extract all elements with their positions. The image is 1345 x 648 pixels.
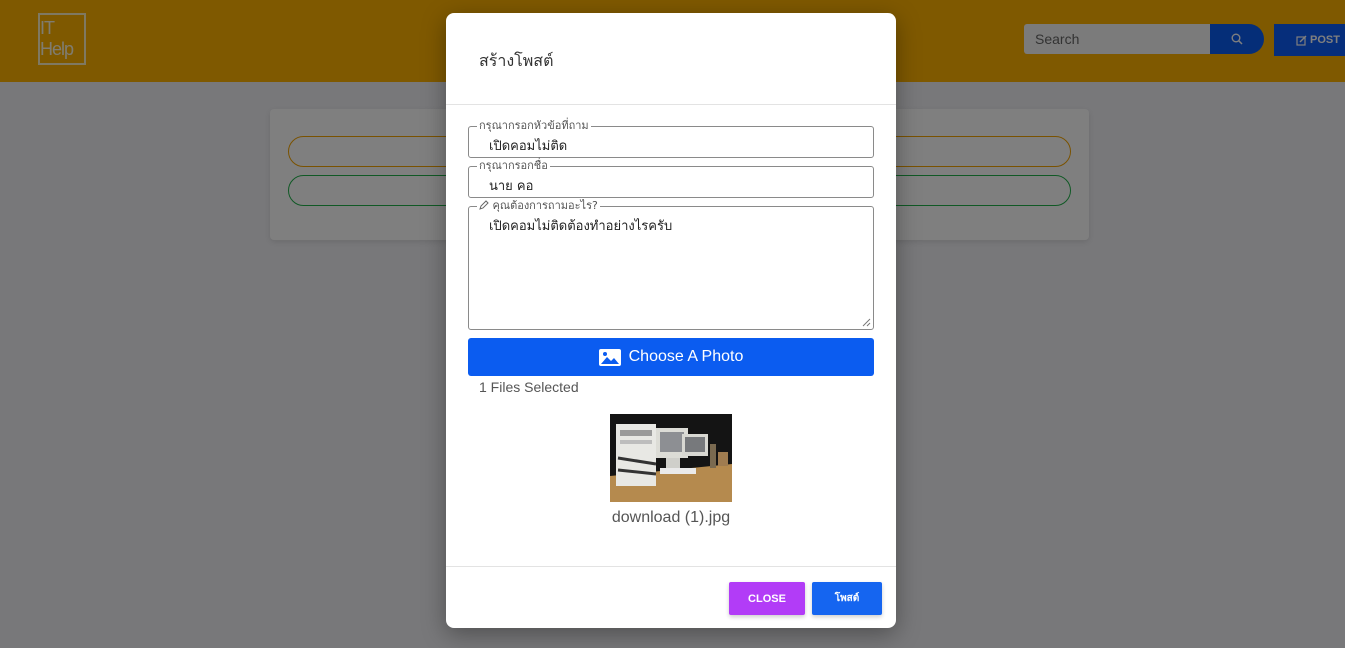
topic-field[interactable]: กรุณากรอกหัวข้อที่ถาม เปิดคอมไม่ติด — [468, 119, 874, 158]
choose-photo-button[interactable]: Choose A Photo — [468, 338, 874, 376]
create-post-modal: สร้างโพสต์ กรุณากรอกหัวข้อที่ถาม เปิดคอม… — [446, 13, 896, 628]
topic-field-value[interactable]: เปิดคอมไม่ติด — [489, 135, 567, 156]
resize-handle-icon[interactable] — [862, 318, 871, 327]
modal-header: สร้างโพสต์ — [446, 13, 896, 105]
submit-post-button[interactable]: โพสต์ — [812, 582, 882, 615]
close-button[interactable]: CLOSE — [729, 582, 805, 615]
photo-thumbnail — [610, 414, 732, 502]
question-field-legend: คุณต้องการถามอะไร? — [477, 199, 600, 212]
photo-file-name: download (1).jpg — [611, 509, 731, 526]
question-textarea[interactable]: คุณต้องการถามอะไร? เปิดคอมไม่ติดต้องทำอย… — [468, 199, 874, 330]
name-field[interactable]: กรุณากรอกชื่อ นาย คอ — [468, 159, 874, 198]
topic-field-label: กรุณากรอกหัวข้อที่ถาม — [477, 119, 591, 132]
name-field-value[interactable]: นาย คอ — [489, 175, 533, 196]
choose-photo-label: Choose A Photo — [628, 348, 744, 365]
modal-title: สร้างโพสต์ — [479, 51, 554, 70]
question-field-value[interactable]: เปิดคอมไม่ติดต้องทำอย่างไรครับ — [489, 215, 672, 236]
name-field-label: กรุณากรอกชื่อ — [477, 159, 550, 172]
question-field-label: คุณต้องการถามอะไร? — [492, 199, 598, 212]
image-icon — [598, 348, 621, 366]
modal-footer: CLOSE โพสต์ — [446, 566, 896, 628]
pencil-icon — [479, 200, 489, 210]
files-selected-text: 1 Files Selected — [479, 379, 579, 395]
